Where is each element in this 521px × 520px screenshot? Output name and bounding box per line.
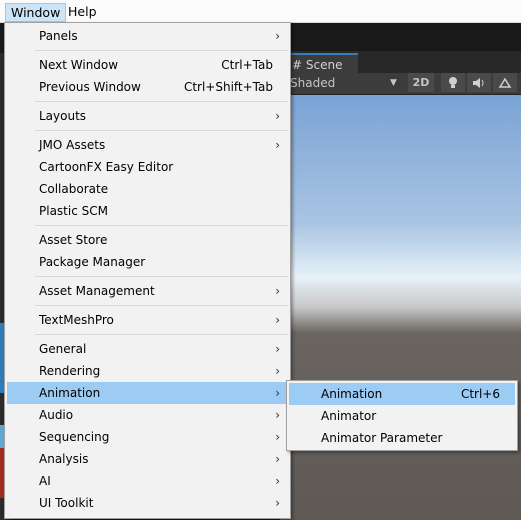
menu-item-audio[interactable]: Audio › [7,404,288,426]
menu-item-panels[interactable]: Panels › [7,25,288,47]
menu-item-animation[interactable]: Animation › [7,382,288,404]
effects-icon[interactable] [493,73,517,92]
menu-item-ui-toolkit[interactable]: UI Toolkit › [7,492,288,514]
menu-item-label: Asset Management [39,284,155,298]
menu-item-textmeshpro[interactable]: TextMeshPro › [7,309,288,331]
light-bulb-icon[interactable] [441,73,465,92]
menu-separator [35,276,288,277]
menu-separator [35,101,288,102]
chevron-right-icon: › [275,313,280,327]
chevron-right-icon: › [275,386,280,400]
menu-item-label: UI Toolkit [39,496,94,510]
menu-item-sequencing[interactable]: Sequencing › [7,426,288,448]
chevron-right-icon: › [275,430,280,444]
chevron-down-icon: ▼ [390,78,397,88]
menu-item-jmo-assets[interactable]: JMO Assets › [7,134,288,156]
chevron-right-icon: › [275,364,280,378]
menu-item-label: Analysis [39,452,89,466]
menu-item-label: JMO Assets [39,138,106,152]
menu-item-shortcut: Ctrl+Shift+Tab [183,80,273,94]
menu-help[interactable]: Help [63,3,102,21]
chevron-right-icon: › [275,452,280,466]
menu-item-ai[interactable]: AI › [7,470,288,492]
menu-separator [35,130,288,131]
menu-separator [35,225,288,226]
menu-item-label: Package Manager [39,255,146,269]
chevron-right-icon: › [275,408,280,422]
menu-item-label: Animator [321,409,377,423]
menu-item-label: Collaborate [39,182,109,196]
menu-separator [35,50,288,51]
submenu-item-animator-parameter[interactable]: Animator Parameter [289,427,515,449]
menu-item-label: Layouts [39,109,87,123]
menu-item-label: Rendering [39,364,101,378]
menu-item-label: Panels [39,29,78,43]
animation-submenu: Animation Ctrl+6 Animator Animator Param… [286,380,518,451]
menu-item-label: TextMeshPro [39,313,114,327]
chevron-right-icon: › [275,29,280,43]
chevron-right-icon: › [275,109,280,123]
scene-viewport[interactable] [280,95,521,520]
tab-scene[interactable]: # Scene [288,53,358,74]
menu-separator [35,334,288,335]
menu-item-general[interactable]: General › [7,338,288,360]
chevron-right-icon: › [275,342,280,356]
chevron-right-icon: › [275,496,280,510]
submenu-item-animation[interactable]: Animation Ctrl+6 [289,383,515,405]
menu-item-rendering[interactable]: Rendering › [7,360,288,382]
menu-item-layouts[interactable]: Layouts › [7,105,288,127]
menu-bar: Window Help [0,0,521,23]
menu-item-cartoonfx-easy-editor[interactable]: CartoonFX Easy Editor [7,156,288,178]
menu-item-label: Sequencing [39,430,110,444]
menu-item-previous-window[interactable]: Previous Window Ctrl+Shift+Tab [7,76,288,98]
chevron-right-icon: › [275,284,280,298]
menu-item-collaborate[interactable]: Collaborate [7,178,288,200]
menu-separator [35,305,288,306]
menu-item-label: Animation [39,386,101,400]
menu-item-label: Animator Parameter [321,431,443,445]
chevron-right-icon: › [275,138,280,152]
chevron-right-icon: › [275,474,280,488]
menu-item-package-manager[interactable]: Package Manager [7,251,288,273]
menu-item-next-window[interactable]: Next Window Ctrl+Tab [7,54,288,76]
menu-item-shortcut: Ctrl+6 [460,387,500,401]
menu-item-label: Next Window [39,58,119,72]
menu-item-plastic-scm[interactable]: Plastic SCM [7,200,288,222]
window-menu-dropdown: Panels › Next Window Ctrl+Tab Previous W… [4,22,291,519]
audio-icon[interactable] [467,73,491,92]
menu-item-label: Plastic SCM [39,204,108,218]
menu-item-label: AI [39,474,51,488]
menu-item-asset-management[interactable]: Asset Management › [7,280,288,302]
menu-item-label: CartoonFX Easy Editor [39,160,174,174]
shading-mode-dropdown[interactable]: Shaded [290,74,335,92]
menu-item-label: Audio [39,408,74,422]
menu-item-label: Previous Window [39,80,141,94]
menu-item-shortcut: Ctrl+Tab [221,58,273,72]
menu-item-label: Asset Store [39,233,108,247]
menu-item-asset-store[interactable]: Asset Store [7,229,288,251]
menu-item-analysis[interactable]: Analysis › [7,448,288,470]
menu-item-label: Animation [321,387,383,401]
toggle-2d-button[interactable]: 2D [408,73,434,92]
menu-item-label: General [39,342,87,356]
submenu-item-animator[interactable]: Animator [289,405,515,427]
menu-window[interactable]: Window [5,3,67,22]
